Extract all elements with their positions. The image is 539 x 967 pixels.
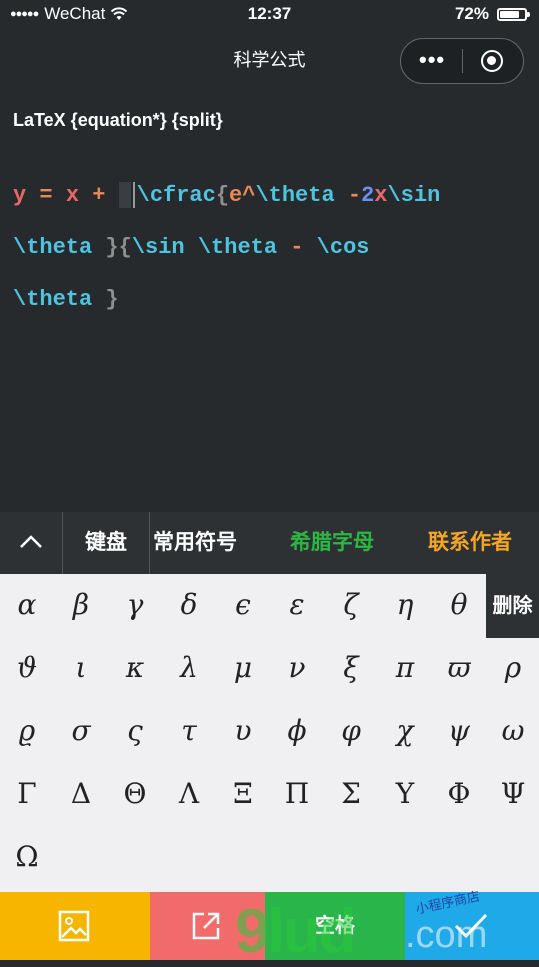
image-icon xyxy=(58,910,90,942)
checkmark-icon xyxy=(454,913,488,939)
mini-program-capsule: ••• xyxy=(400,38,524,84)
text-cursor xyxy=(118,182,131,209)
greek-key[interactable]: μ xyxy=(216,637,270,699)
greek-key[interactable]: α xyxy=(0,574,54,636)
token: \cfrac xyxy=(136,183,216,208)
greek-key[interactable]: ν xyxy=(270,637,324,699)
greek-key[interactable]: φ xyxy=(324,700,378,762)
greek-key[interactable]: ι xyxy=(54,637,108,699)
greek-key[interactable]: β xyxy=(54,574,108,636)
text-caret xyxy=(132,182,135,209)
greek-key[interactable]: τ xyxy=(162,700,216,762)
more-dots-icon[interactable]: ••• xyxy=(419,49,445,71)
capsule-divider xyxy=(462,49,463,73)
confirm-button[interactable] xyxy=(405,892,539,960)
token: = xyxy=(26,183,66,208)
token: - xyxy=(277,235,317,260)
greek-key[interactable]: η xyxy=(378,574,432,636)
tab-contact-author[interactable]: 联系作者 xyxy=(418,512,522,574)
battery-fill xyxy=(500,10,519,18)
collapse-button[interactable] xyxy=(0,512,62,574)
greek-key[interactable]: ξ xyxy=(324,637,378,699)
symbol-toolbar: 键盘 常用符号 希腊字母 联系作者 xyxy=(0,512,539,574)
greek-key[interactable]: δ xyxy=(162,574,216,636)
greek-key[interactable]: ε xyxy=(270,574,324,636)
greek-key[interactable]: χ xyxy=(378,700,432,762)
insert-image-button[interactable] xyxy=(0,892,150,960)
greek-key[interactable]: ψ xyxy=(432,700,486,762)
chevron-up-icon xyxy=(20,535,42,548)
greek-key[interactable]: ω xyxy=(486,700,539,762)
greek-key[interactable]: Ξ xyxy=(216,763,270,825)
greek-key[interactable]: θ xyxy=(432,574,486,636)
greek-key[interactable]: ϖ xyxy=(432,637,486,699)
token: { xyxy=(118,235,132,260)
token: \sin xyxy=(387,183,441,208)
status-right: 72% xyxy=(454,4,530,24)
greek-key[interactable]: ϑ xyxy=(0,637,54,699)
tab-keyboard[interactable]: 键盘 xyxy=(63,512,149,574)
token: - xyxy=(334,183,362,208)
bottom-action-bar: 空格 xyxy=(0,892,539,960)
greek-key[interactable]: Γ xyxy=(0,763,54,825)
latex-mode-label: LaTeX {equation*} {split} xyxy=(13,110,223,130)
status-bar: ●●●●● WeChat 12:37 72% xyxy=(0,0,539,30)
battery-icon xyxy=(497,7,530,21)
greek-key[interactable]: Π xyxy=(270,763,324,825)
greek-key[interactable]: κ xyxy=(108,637,162,699)
greek-key[interactable]: Υ xyxy=(378,763,432,825)
token: \theta xyxy=(13,235,93,260)
token: } xyxy=(92,235,119,260)
greek-key[interactable]: Ω xyxy=(0,826,54,888)
token: \cos xyxy=(316,235,370,260)
greek-keyboard: 删除 αβγδϵεζηθ ϑικλμνξπϖρ ϱσςτυϕφχψω ΓΔΘΛΞΠΣΥ… xyxy=(0,574,539,892)
greek-key[interactable]: Λ xyxy=(162,763,216,825)
token: ^ xyxy=(242,183,256,208)
token: \sin xyxy=(131,235,185,260)
greek-key[interactable]: ϱ xyxy=(0,700,54,762)
greek-key[interactable]: Θ xyxy=(108,763,162,825)
token: y xyxy=(13,183,27,208)
editor-line-1: y = x + \cfrac{e^\theta -2x\sin xyxy=(13,170,528,222)
greek-key[interactable]: υ xyxy=(216,700,270,762)
token: { xyxy=(215,183,230,208)
greek-key[interactable]: Σ xyxy=(324,763,378,825)
greek-key[interactable]: ρ xyxy=(486,637,539,699)
token: \theta xyxy=(255,183,335,208)
token: x xyxy=(374,183,388,208)
token: + xyxy=(79,183,119,208)
tab-greek-letters[interactable]: 希腊字母 xyxy=(282,512,382,574)
tab-common-symbols[interactable]: 常用符号 xyxy=(150,512,240,574)
editor-line-2: \theta }{\sin \theta - \cos xyxy=(13,222,528,274)
greek-key[interactable]: Ψ xyxy=(486,763,539,825)
battery-percent: 72% xyxy=(454,4,489,23)
greek-key[interactable]: π xyxy=(378,637,432,699)
token: } xyxy=(92,287,119,312)
token: e xyxy=(229,183,243,208)
greek-key[interactable]: ζ xyxy=(324,574,378,636)
greek-key[interactable]: Φ xyxy=(432,763,486,825)
latex-editor[interactable]: y = x + \cfrac{e^\theta -2x\sin \theta }… xyxy=(13,170,528,326)
token: 2 xyxy=(361,183,375,208)
greek-key[interactable]: ϵ xyxy=(216,574,270,636)
greek-key[interactable]: σ xyxy=(54,700,108,762)
greek-key[interactable]: Δ xyxy=(54,763,108,825)
token: \theta xyxy=(197,235,278,260)
record-circle-icon[interactable] xyxy=(481,50,503,72)
greek-key[interactable]: ς xyxy=(108,700,162,762)
editor-line-3: \theta } xyxy=(13,274,528,326)
delete-button[interactable]: 删除 xyxy=(486,574,539,638)
space-button[interactable]: 空格 xyxy=(265,892,405,960)
share-out-icon xyxy=(192,912,220,940)
token: \theta xyxy=(13,287,93,312)
share-button[interactable] xyxy=(150,892,265,960)
token: x xyxy=(65,183,80,208)
greek-key[interactable]: γ xyxy=(108,574,162,636)
greek-key[interactable]: ϕ xyxy=(270,700,324,762)
greek-key[interactable]: λ xyxy=(162,637,216,699)
